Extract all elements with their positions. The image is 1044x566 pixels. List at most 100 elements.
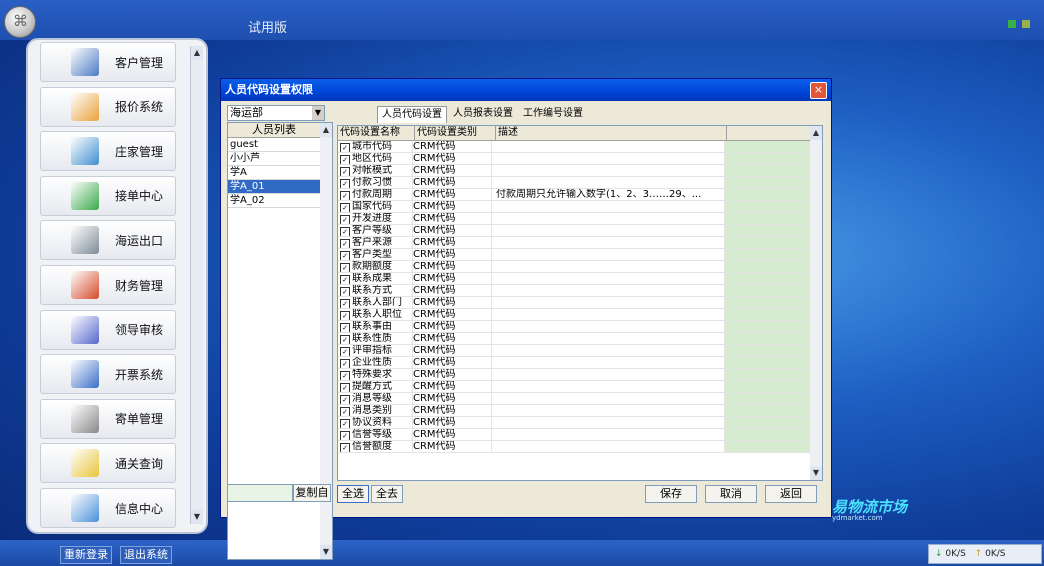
row-checkbox[interactable]: ✓ (340, 155, 350, 164)
select-all-button[interactable]: 全选 (337, 485, 369, 503)
row-checkbox[interactable]: ✓ (340, 263, 350, 272)
menu-item-5[interactable]: 财务管理 (40, 265, 176, 305)
menu-item-2[interactable]: 庄家管理 (40, 131, 176, 172)
menu-scrollbar[interactable]: ▲ ▼ (190, 46, 203, 524)
copy-from-button[interactable]: 复制自 (293, 484, 331, 502)
table-row[interactable]: ✓ 国家代码 CRM代码 (338, 201, 822, 213)
menu-item-8[interactable]: 寄单管理 (40, 398, 176, 439)
grid-header-desc[interactable]: 描述 (496, 126, 727, 140)
table-row[interactable]: ✓ 客户类型 CRM代码 (338, 249, 822, 261)
table-row[interactable]: ✓ 评审指标 CRM代码 (338, 345, 822, 357)
table-row[interactable]: ✓ 地区代码 CRM代码 (338, 153, 822, 165)
menu-item-7[interactable]: 开票系统 (40, 354, 176, 395)
row-desc[interactable] (492, 357, 725, 368)
scroll-up-icon[interactable]: ▲ (810, 126, 822, 140)
row-checkbox[interactable]: ✓ (340, 251, 350, 260)
user-row[interactable]: guest (228, 138, 320, 152)
table-row[interactable]: ✓ 联系成果 CRM代码 (338, 273, 822, 285)
row-desc[interactable] (492, 141, 725, 152)
table-row[interactable]: ✓ 对帐模式 CRM代码 (338, 165, 822, 177)
menu-item-1[interactable]: 报价系统 (40, 86, 176, 127)
table-row[interactable]: ✓ 消息等级 CRM代码 (338, 393, 822, 405)
row-checkbox[interactable]: ✓ (340, 143, 350, 152)
row-checkbox[interactable]: ✓ (340, 431, 350, 440)
table-row[interactable]: ✓ 客户等级 CRM代码 (338, 225, 822, 237)
row-desc[interactable] (492, 345, 725, 356)
row-checkbox[interactable]: ✓ (340, 275, 350, 284)
scroll-up-icon[interactable]: ▲ (320, 123, 332, 137)
table-row[interactable]: ✓ 联系人部门 CRM代码 (338, 297, 822, 309)
menu-item-10[interactable]: 信息中心 (40, 488, 176, 528)
row-desc[interactable] (492, 225, 725, 236)
row-checkbox[interactable]: ✓ (340, 299, 350, 308)
row-checkbox[interactable]: ✓ (340, 359, 350, 368)
row-desc[interactable] (492, 153, 725, 164)
scroll-up-icon[interactable]: ▲ (191, 46, 203, 60)
chevron-down-icon[interactable]: ▼ (312, 106, 324, 120)
table-row[interactable]: ✓ 联系事由 CRM代码 (338, 321, 822, 333)
table-row[interactable]: ✓ 消息类别 CRM代码 (338, 405, 822, 417)
row-desc[interactable] (492, 261, 725, 272)
copy-from-input[interactable] (227, 484, 293, 502)
user-row[interactable]: 小小芦 (228, 152, 320, 166)
user-row[interactable]: 学A_02 (228, 194, 320, 208)
row-checkbox[interactable]: ✓ (340, 395, 350, 404)
row-desc[interactable] (492, 213, 725, 224)
scroll-down-icon[interactable]: ▼ (191, 510, 203, 524)
table-row[interactable]: ✓ 款期额度 CRM代码 (338, 261, 822, 273)
table-row[interactable]: ✓ 信誉等级 CRM代码 (338, 429, 822, 441)
row-checkbox[interactable]: ✓ (340, 311, 350, 320)
table-row[interactable]: ✓ 城市代码 CRM代码 (338, 141, 822, 153)
table-row[interactable]: ✓ 协议资料 CRM代码 (338, 417, 822, 429)
row-checkbox[interactable]: ✓ (340, 335, 350, 344)
department-select[interactable]: 海运部 ▼ (227, 105, 325, 121)
row-desc[interactable] (492, 405, 725, 416)
row-desc[interactable] (492, 249, 725, 260)
row-desc[interactable] (492, 309, 725, 320)
exit-button[interactable]: 退出系统 (120, 546, 172, 564)
grid-header-name[interactable]: 代码设置名称 (338, 126, 415, 140)
save-button[interactable]: 保存 (645, 485, 697, 503)
row-checkbox[interactable]: ✓ (340, 203, 350, 212)
row-checkbox[interactable]: ✓ (340, 347, 350, 356)
menu-item-4[interactable]: 海运出口 (40, 220, 176, 261)
row-desc[interactable] (492, 381, 725, 392)
table-row[interactable]: ✓ 客户来源 CRM代码 (338, 237, 822, 249)
table-row[interactable]: ✓ 企业性质 CRM代码 (338, 357, 822, 369)
row-desc[interactable] (492, 429, 725, 440)
row-desc[interactable] (492, 177, 725, 188)
tray-green-icon[interactable] (1008, 20, 1016, 28)
row-desc[interactable] (492, 417, 725, 428)
row-desc[interactable] (492, 237, 725, 248)
tray-yellow-icon[interactable] (1022, 20, 1030, 28)
row-checkbox[interactable]: ✓ (340, 383, 350, 392)
table-row[interactable]: ✓ 信誉额度 CRM代码 (338, 441, 822, 453)
relogin-button[interactable]: 重新登录 (60, 546, 112, 564)
user-row[interactable]: 学A_01 (228, 180, 320, 194)
row-desc[interactable] (492, 297, 725, 308)
row-checkbox[interactable]: ✓ (340, 239, 350, 248)
tab-2[interactable]: 工作编号设置 (519, 106, 587, 123)
table-row[interactable]: ✓ 联系人职位 CRM代码 (338, 309, 822, 321)
row-desc[interactable]: 付款周期只允许输入数字(1、2、3……29、... (492, 189, 725, 200)
row-checkbox[interactable]: ✓ (340, 371, 350, 380)
table-row[interactable]: ✓ 联系方式 CRM代码 (338, 285, 822, 297)
scroll-down-icon[interactable]: ▼ (810, 466, 822, 480)
grid-scrollbar[interactable]: ▲ ▼ (810, 126, 822, 480)
row-checkbox[interactable]: ✓ (340, 227, 350, 236)
row-checkbox[interactable]: ✓ (340, 179, 350, 188)
table-row[interactable]: ✓ 开发进度 CRM代码 (338, 213, 822, 225)
table-row[interactable]: ✓ 特殊要求 CRM代码 (338, 369, 822, 381)
row-checkbox[interactable]: ✓ (340, 419, 350, 428)
user-row[interactable]: 学A (228, 166, 320, 180)
deselect-all-button[interactable]: 全去 (371, 485, 403, 503)
row-checkbox[interactable]: ✓ (340, 191, 350, 200)
scroll-down-icon[interactable]: ▼ (320, 545, 332, 559)
menu-item-6[interactable]: 领导审核 (40, 309, 176, 350)
tab-0[interactable]: 人员代码设置 (377, 106, 447, 123)
menu-item-9[interactable]: 通关查询 (40, 443, 176, 484)
table-row[interactable]: ✓ 付款周期 CRM代码 付款周期只允许输入数字(1、2、3……29、... (338, 189, 822, 201)
row-checkbox[interactable]: ✓ (340, 323, 350, 332)
table-row[interactable]: ✓ 付款习惯 CRM代码 (338, 177, 822, 189)
row-desc[interactable] (492, 165, 725, 176)
